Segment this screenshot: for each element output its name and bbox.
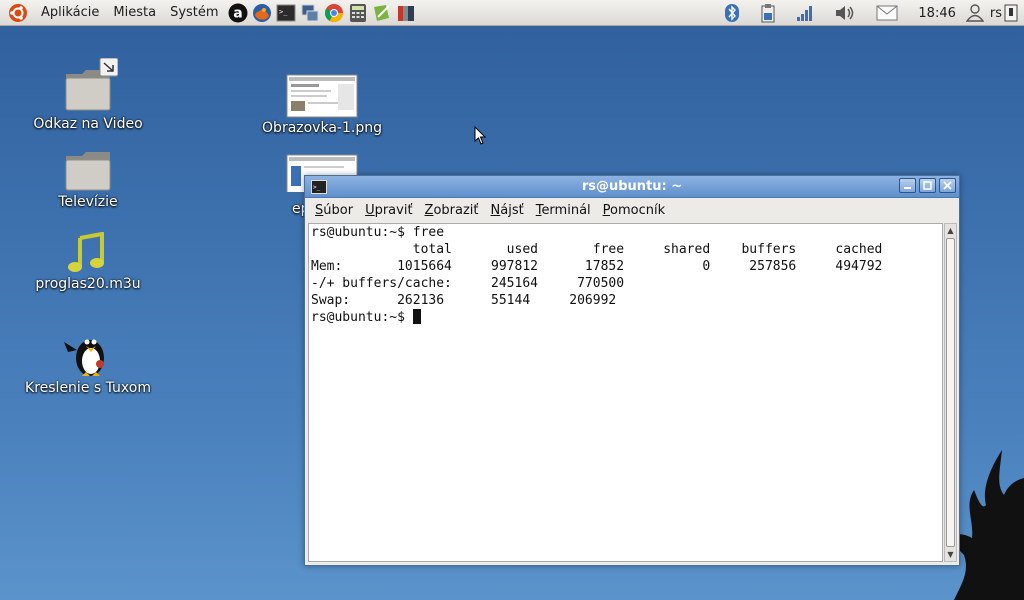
user-name: rs <box>989 5 1002 21</box>
menu-places[interactable]: Miesta <box>106 0 163 26</box>
terminal-window: >_ rs@ubuntu: ~ Súbor Upraviť Zobraziť N… <box>304 175 960 566</box>
tux-icon <box>64 339 104 376</box>
terminal-icon: >_ <box>311 179 327 194</box>
power-icon[interactable] <box>1004 4 1018 22</box>
desktop-icon-label: Odkaz na Video <box>33 116 143 132</box>
desktop-icon-label: Kreslenie s Tuxom <box>25 380 151 396</box>
scrollbar-thumb[interactable] <box>946 238 955 547</box>
close-button[interactable] <box>939 178 956 193</box>
close-icon <box>943 181 952 190</box>
maximize-icon <box>923 181 932 190</box>
calculator-icon[interactable] <box>348 3 368 23</box>
window-menubar: Súbor Upraviť Zobraziť Nájsť Terminál Po… <box>305 198 959 222</box>
mail-icon[interactable] <box>876 5 898 21</box>
gedit-icon[interactable] <box>372 3 392 23</box>
clock[interactable]: 18:46 <box>918 6 955 21</box>
monitor-icon[interactable] <box>300 3 320 23</box>
ubuntu-logo-icon[interactable] <box>8 3 28 23</box>
menu-terminal[interactable]: Terminál <box>530 203 597 218</box>
scroll-up-icon[interactable]: ▲ <box>945 224 956 237</box>
system-tray: 18:46 rs <box>714 0 1024 26</box>
menu-view[interactable]: Zobraziť <box>419 203 485 218</box>
terminal-output[interactable]: rs@ubuntu:~$ free total used free shared… <box>308 223 943 562</box>
terminal-line: -/+ buffers/cache: 245164 770500 <box>311 276 625 291</box>
top-panel: Aplikácie Miesta Systém a >_ 18:46 rs <box>0 0 1024 26</box>
terminal-line: Mem: 1015664 997812 17852 0 257856 49479… <box>311 259 883 274</box>
user-icon <box>965 4 984 22</box>
menu-applications[interactable]: Aplikácie <box>34 0 106 26</box>
volume-icon[interactable] <box>834 4 856 22</box>
folder-icon <box>65 152 111 191</box>
terminal-line: total used free shared buffers cached <box>311 242 883 257</box>
menu-help[interactable]: Pomocník <box>597 203 672 218</box>
svg-text:a: a <box>233 5 242 21</box>
bluetooth-icon[interactable] <box>724 4 740 22</box>
terminal-prompt-line: rs@ubuntu:~$ <box>311 309 942 326</box>
vertical-scrollbar[interactable]: ▲ ▼ <box>944 223 957 562</box>
window-title: rs@ubuntu: ~ <box>581 179 683 194</box>
terminal-line: rs@ubuntu:~$ free <box>311 225 445 240</box>
terminal-icon[interactable]: >_ <box>276 3 296 23</box>
desktop-icon-label: Obrazovka-1.png <box>262 120 382 136</box>
terminal-prompt: rs@ubuntu:~$ <box>311 310 413 325</box>
folder-link-icon <box>65 58 118 111</box>
amazon-icon[interactable]: a <box>228 3 248 23</box>
scroll-down-icon[interactable]: ▼ <box>945 548 956 561</box>
chrome-icon[interactable] <box>324 3 344 23</box>
svg-text:>_: >_ <box>313 184 321 191</box>
menu-system[interactable]: Systém <box>163 0 225 26</box>
window-titlebar[interactable]: >_ rs@ubuntu: ~ <box>305 176 959 198</box>
books-icon[interactable] <box>396 3 416 23</box>
music-note-icon <box>68 232 104 272</box>
minimize-icon <box>904 187 911 189</box>
clipboard-icon[interactable] <box>760 3 776 23</box>
firefox-icon[interactable] <box>252 3 272 23</box>
menu-search[interactable]: Nájsť <box>485 203 530 218</box>
menu-file[interactable]: Súbor <box>309 203 359 218</box>
text-cursor <box>412 309 421 324</box>
mouse-cursor-icon <box>474 126 486 145</box>
maximize-button[interactable] <box>919 178 936 193</box>
network-signal-icon[interactable] <box>796 4 814 22</box>
minimize-button[interactable] <box>899 178 916 193</box>
user-menu[interactable]: rs <box>965 4 1002 22</box>
terminal-line: Swap: 262136 55144 206992 <box>311 293 617 308</box>
image-thumbnail-icon <box>286 74 358 118</box>
desktop-icon-video-link[interactable]: Odkaz na Video <box>18 58 158 132</box>
desktop-icon-label: Televízie <box>58 194 118 210</box>
desktop-icon-televizie[interactable]: Televízie <box>18 150 158 210</box>
desktop-icon-proglas[interactable]: proglas20.m3u <box>18 232 158 292</box>
desktop-icon-screenshot[interactable]: Obrazovka-1.png <box>252 74 392 136</box>
desktop-icon-tuxpaint[interactable]: Kreslenie s Tuxom <box>18 330 158 396</box>
menu-edit[interactable]: Upraviť <box>359 203 418 218</box>
desktop-icon-label: proglas20.m3u <box>35 276 141 292</box>
svg-text:>_: >_ <box>279 8 288 16</box>
